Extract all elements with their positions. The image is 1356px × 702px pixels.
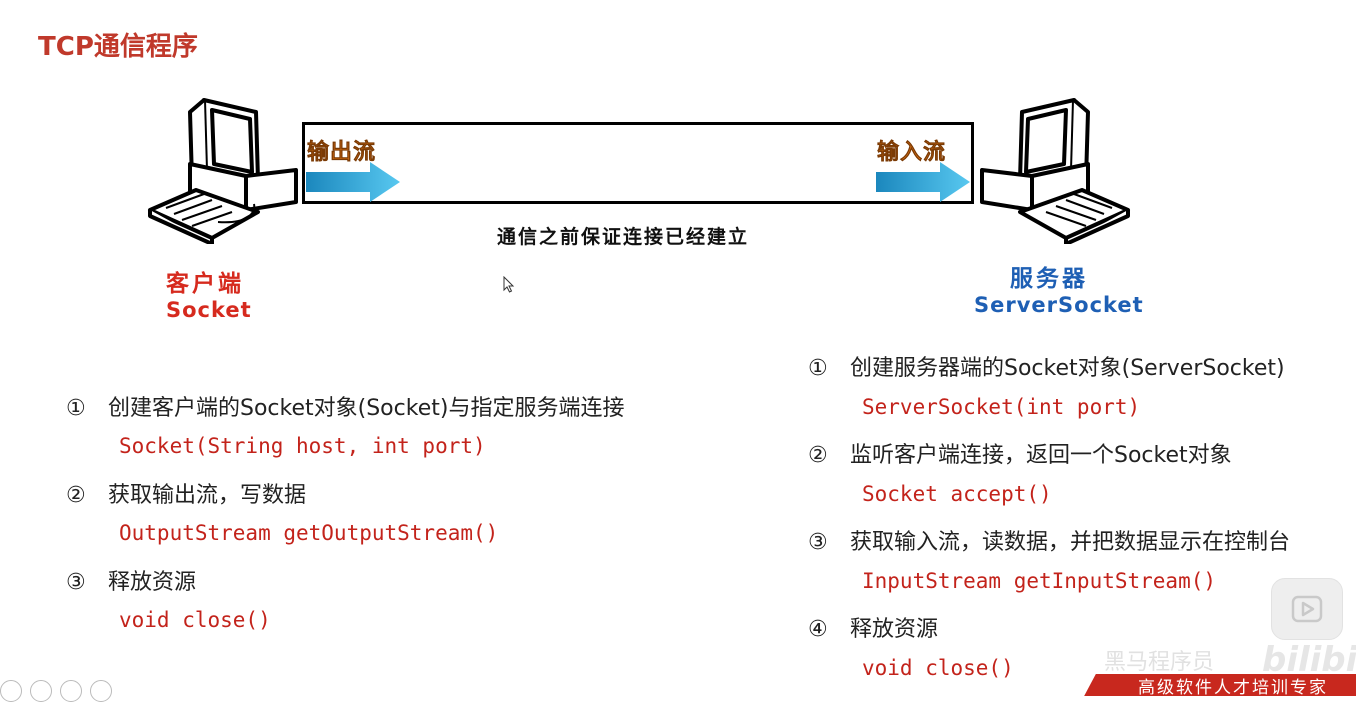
client-steps: ① 创建客户端的Socket对象(Socket)与指定服务端连接 Socket(S… <box>66 390 726 640</box>
server-step-3: ③ 获取输入流，读数据，并把数据显示在控制台 <box>808 524 1290 556</box>
server-step-1: ① 创建服务器端的Socket对象(ServerSocket) <box>808 350 1285 382</box>
page-title: TCP通信程序 <box>38 32 198 62</box>
client-step-1: ① 创建客户端的Socket对象(Socket)与指定服务端连接 <box>66 390 624 422</box>
client-computer-icon <box>148 98 298 244</box>
server-step-4: ④ 释放资源 <box>808 611 938 643</box>
player-controls <box>0 680 112 702</box>
step-text: 获取输入流，读数据，并把数据显示在控制台 <box>850 530 1291 555</box>
server-step-2-code: Socket accept() <box>862 482 1052 506</box>
step-text: 获取输出流，写数据 <box>108 483 307 508</box>
client-step-3: ③ 释放资源 <box>66 564 196 596</box>
step-text: 创建客户端的Socket对象(Socket)与指定服务端连接 <box>108 396 625 421</box>
control-icon[interactable] <box>90 680 112 702</box>
brand-text: 高级软件人才培训专家 <box>1138 678 1328 698</box>
server-label: 服务器 <box>1010 266 1088 292</box>
server-computer-icon <box>980 98 1130 244</box>
step-number: ① <box>66 396 86 421</box>
step-number: ③ <box>66 570 86 595</box>
play-button[interactable] <box>1271 578 1343 640</box>
step-number: ② <box>808 443 828 468</box>
step-number: ③ <box>808 530 828 555</box>
step-number: ① <box>808 356 828 381</box>
input-stream-arrow-icon <box>876 162 970 202</box>
client-step-2: ② 获取输出流，写数据 <box>66 477 306 509</box>
watermark-text: 黑马程序员 <box>1104 650 1215 675</box>
client-class-name: Socket <box>166 298 252 322</box>
control-icon[interactable] <box>0 680 22 702</box>
step-text: 释放资源 <box>108 570 197 595</box>
step-text: 监听客户端连接，返回一个Socket对象 <box>850 443 1232 468</box>
play-icon <box>1291 595 1323 623</box>
output-stream-arrow-icon <box>306 162 400 202</box>
step-text: 创建服务器端的Socket对象(ServerSocket) <box>850 356 1285 381</box>
server-steps: ① 创建服务器端的Socket对象(ServerSocket) ServerSoc… <box>808 350 1348 690</box>
server-step-2: ② 监听客户端连接，返回一个Socket对象 <box>808 437 1232 469</box>
step-text: 释放资源 <box>850 617 939 642</box>
client-label: 客户端 <box>166 271 244 297</box>
server-class-name: ServerSocket <box>974 293 1144 317</box>
server-step-4-code: void close() <box>862 656 1014 680</box>
control-icon[interactable] <box>30 680 52 702</box>
server-step-1-code: ServerSocket(int port) <box>862 395 1141 419</box>
client-step-1-code: Socket(String host, int port) <box>119 434 486 458</box>
control-icon[interactable] <box>60 680 82 702</box>
mouse-cursor-icon <box>503 276 515 293</box>
step-number: ④ <box>808 617 828 642</box>
client-step-2-code: OutputStream getOutputStream() <box>119 521 499 545</box>
connection-note: 通信之前保证连接已经建立 <box>497 226 750 248</box>
server-step-3-code: InputStream getInputStream() <box>862 569 1217 593</box>
step-number: ② <box>66 483 86 508</box>
client-step-3-code: void close() <box>119 608 271 632</box>
